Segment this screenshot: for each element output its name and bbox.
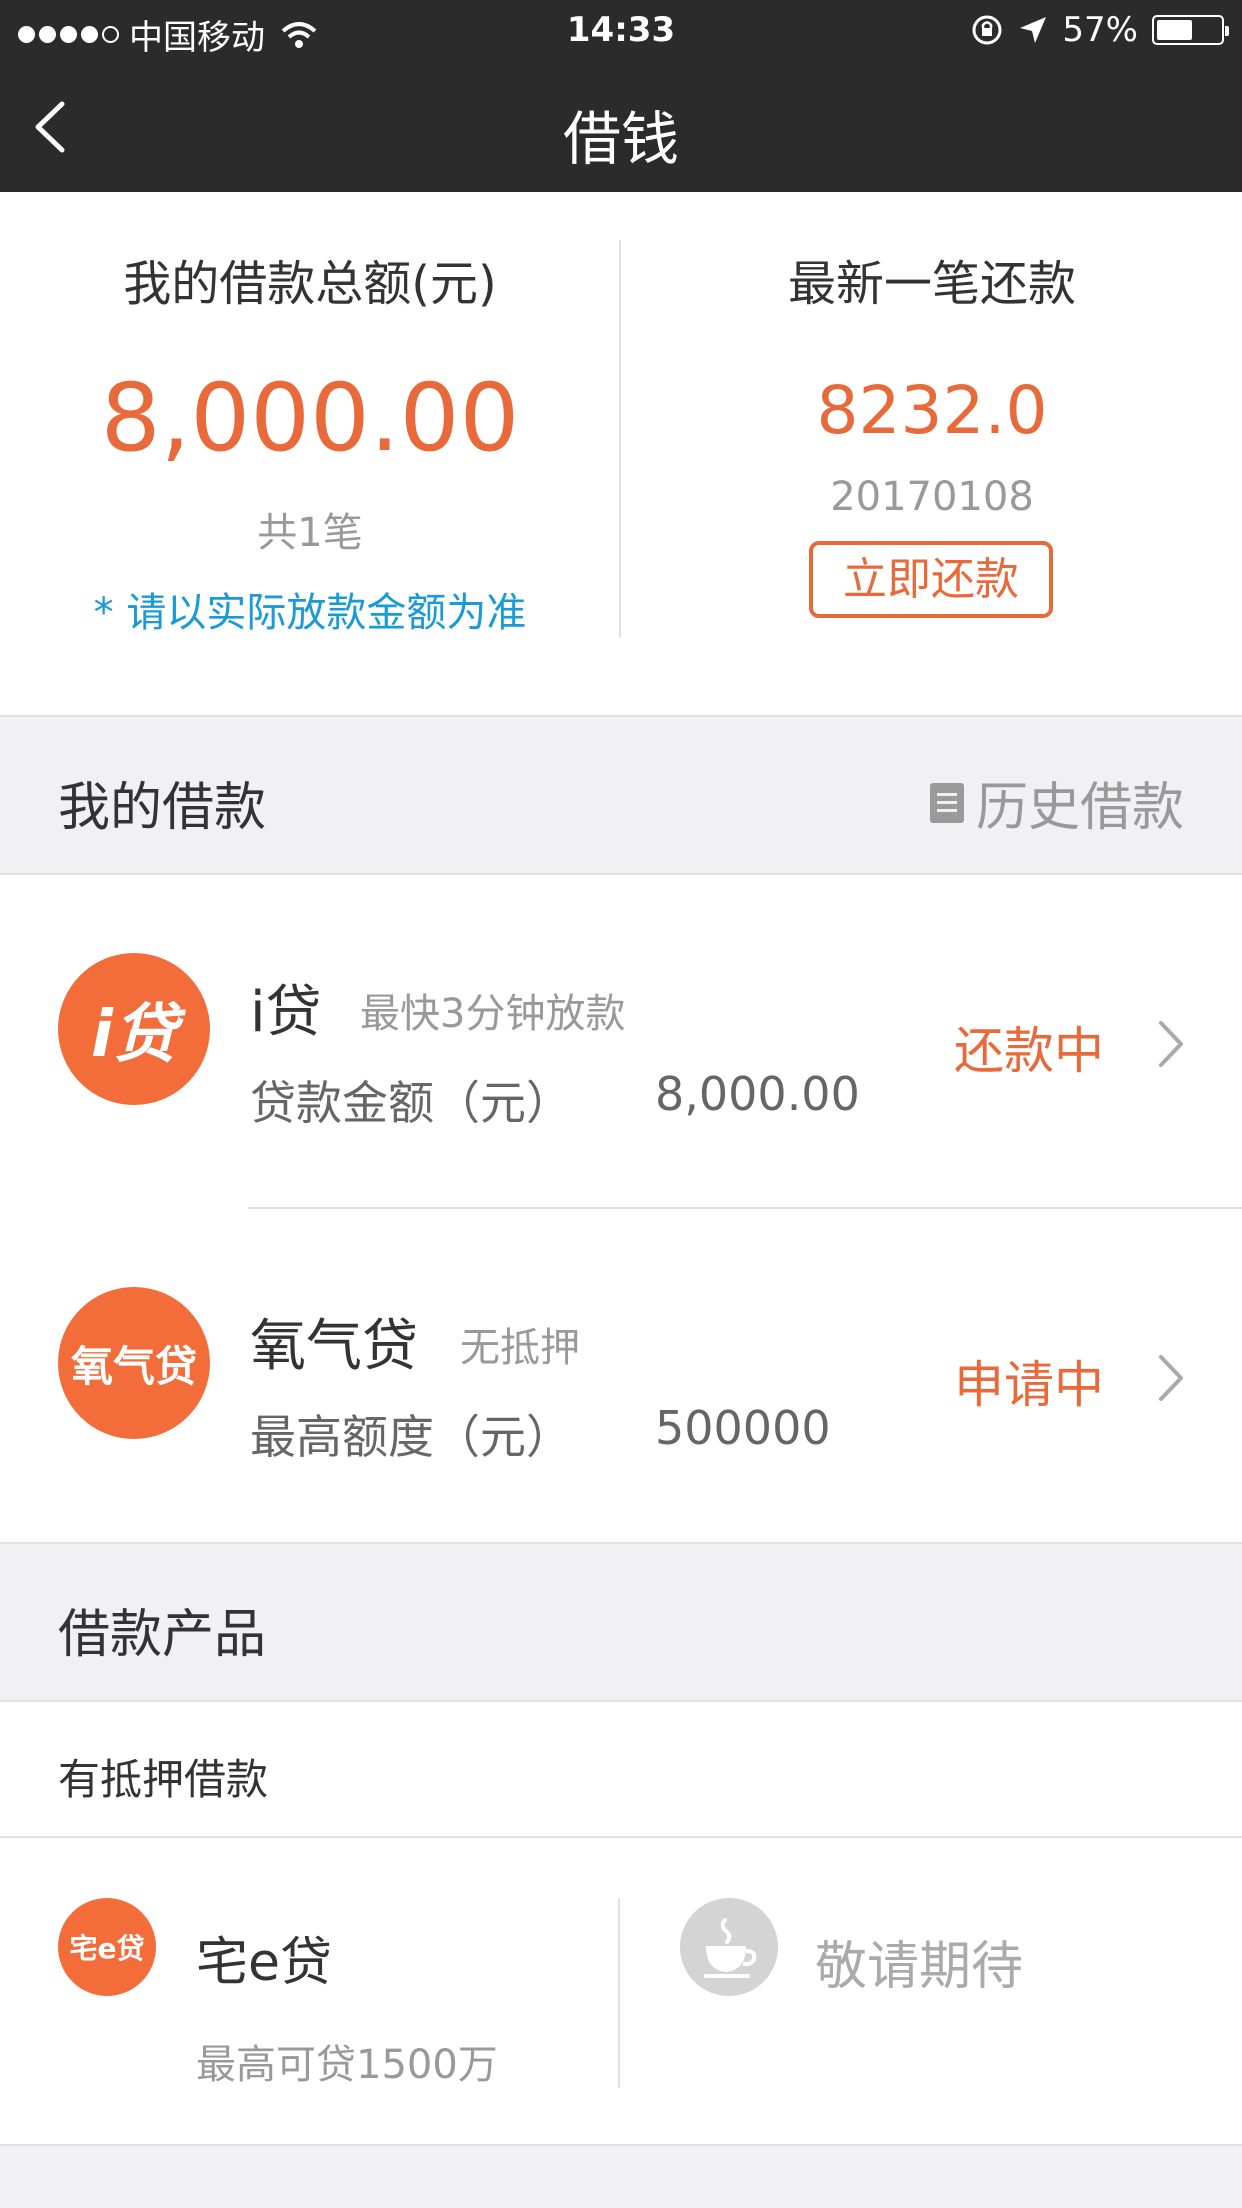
- history-loans-label: 历史借款: [975, 778, 1184, 838]
- loan-name: i贷: [250, 980, 322, 1045]
- loan-item-idai[interactable]: i贷 i贷 最快3分钟放款 贷款金额（元） 8,000.00 还款中: [0, 875, 1242, 1209]
- my-loans-title: 我的借款: [58, 778, 267, 838]
- battery-percent: 57%: [1062, 10, 1138, 50]
- total-loan-title: 我的借款总额(元): [123, 256, 497, 312]
- history-loans-link[interactable]: 历史借款: [929, 765, 1184, 840]
- latest-repayment-date: 20170108: [830, 474, 1034, 520]
- products-section: 有抵押借款 宅e贷 宅e贷 最高可贷1500万 敬请期待: [0, 1702, 1242, 2146]
- loan-field-value: 8,000.00: [655, 1067, 860, 1121]
- battery-icon: [1152, 15, 1229, 45]
- column-divider: [619, 240, 621, 638]
- total-loan-panel: 我的借款总额(元) 8,000.00 共1笔 * 请以实际放款金额为准: [0, 192, 620, 715]
- chevron-right-icon: [1159, 1355, 1183, 1401]
- rotation-lock-icon: [972, 15, 1002, 45]
- product-divider: [618, 1898, 620, 2088]
- loan-field-label: 最高额度（元）: [250, 1410, 572, 1464]
- yangqidai-logo: 氧气贷: [58, 1287, 210, 1439]
- loan-name: 氧气贷: [250, 1314, 418, 1379]
- loans-list: i贷 i贷 最快3分钟放款 贷款金额（元） 8,000.00 还款中 氧气贷 氧…: [0, 875, 1242, 1542]
- loan-status: 申请中: [954, 1356, 1104, 1414]
- nav-bar: 借钱: [0, 62, 1242, 192]
- bottom-divider: [0, 2144, 1242, 2146]
- chevron-right-icon: [1159, 1021, 1183, 1067]
- loan-count: 共1笔: [257, 510, 363, 556]
- idai-logo: i贷: [58, 953, 210, 1105]
- document-icon: [929, 782, 964, 823]
- status-bar: 中国移动 14:33 57%: [0, 0, 1242, 62]
- product-max-amount: 最高可贷1500万: [196, 2042, 498, 2088]
- loan-item-yangqidai[interactable]: 氧气贷 氧气贷 无抵押 最高额度（元） 500000 申请中: [0, 1209, 1242, 1543]
- products-title: 借款产品: [58, 1605, 267, 1665]
- location-arrow-icon: [1020, 17, 1047, 43]
- repay-now-button[interactable]: 立即还款: [809, 541, 1053, 618]
- products-subheader: 有抵押借款: [0, 1702, 1242, 1838]
- disclaimer-note: * 请以实际放款金额为准: [93, 590, 527, 636]
- page-title: 借钱: [562, 105, 679, 173]
- my-loans-header: 我的借款 历史借款: [0, 715, 1242, 875]
- loan-summary: 我的借款总额(元) 8,000.00 共1笔 * 请以实际放款金额为准 最新一笔…: [0, 192, 1242, 715]
- secured-loans-label: 有抵押借款: [58, 1755, 269, 1804]
- loan-field-value: 500000: [655, 1401, 831, 1455]
- latest-repayment-title: 最新一笔还款: [787, 256, 1076, 312]
- zhaiedai-logo: 宅e贷: [58, 1898, 156, 1996]
- total-loan-amount: 8,000.00: [100, 364, 520, 473]
- loan-field-label: 贷款金额（元）: [250, 1076, 572, 1130]
- loan-status: 还款中: [954, 1022, 1104, 1080]
- products-header: 借款产品: [0, 1542, 1242, 1702]
- coffee-cup-icon: [680, 1898, 778, 1996]
- loan-tagline: 最快3分钟放款: [360, 991, 626, 1037]
- coming-soon-label: 敬请期待: [815, 1937, 1024, 1997]
- latest-repayment-panel: 最新一笔还款 8232.0 20170108 立即还款: [622, 192, 1242, 715]
- loan-tagline: 无抵押: [460, 1325, 580, 1371]
- product-name: 宅e贷: [196, 1933, 332, 1993]
- latest-repayment-amount: 8232.0: [816, 372, 1048, 449]
